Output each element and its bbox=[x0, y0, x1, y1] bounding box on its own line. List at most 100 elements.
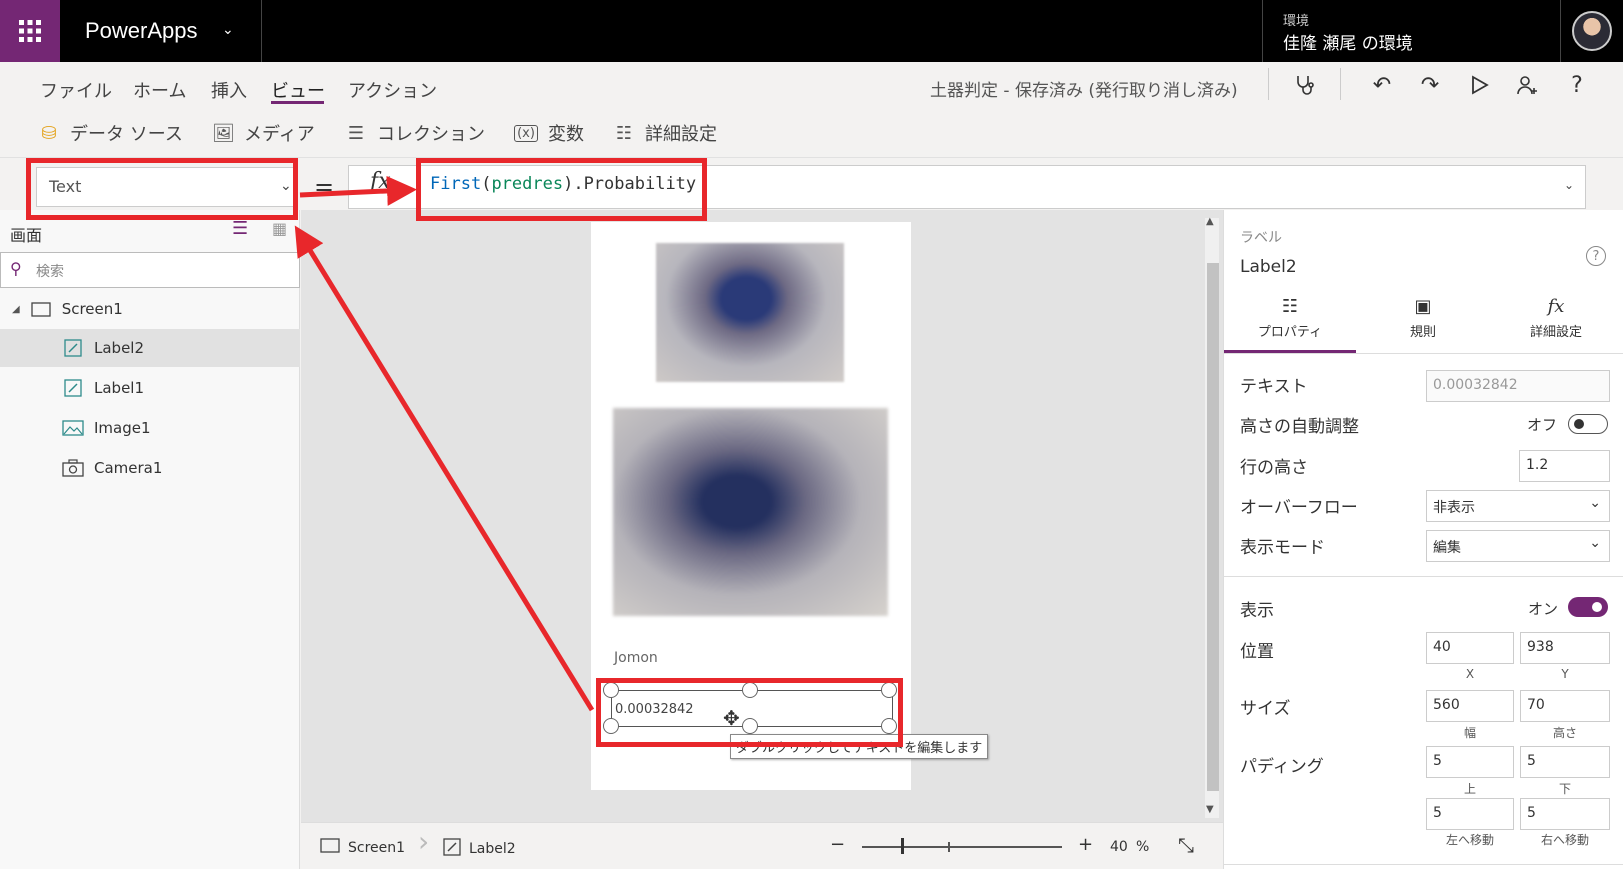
scrollbar-thumb[interactable] bbox=[1207, 263, 1219, 791]
sliders-icon: ☷ bbox=[615, 122, 633, 144]
height-label: 高さ bbox=[1552, 726, 1577, 740]
visible-label: 表示 bbox=[1240, 601, 1274, 621]
data-source-button[interactable]: ⛁ データ ソース bbox=[38, 120, 183, 146]
app-checker-icon[interactable] bbox=[1290, 70, 1320, 100]
zoom-slider-thumb[interactable] bbox=[901, 838, 904, 854]
width-input[interactable]: 560 bbox=[1426, 690, 1514, 722]
zoom-in-button[interactable]: + bbox=[1078, 834, 1093, 855]
chevron-down-icon[interactable]: ⌄ bbox=[398, 178, 408, 192]
tree-node-image1[interactable]: Image1 bbox=[0, 409, 300, 447]
undo-icon[interactable]: ↶ bbox=[1367, 70, 1397, 100]
tree-node-label1[interactable]: Label1 bbox=[0, 369, 300, 407]
data-source-label: データ ソース bbox=[70, 124, 183, 145]
tab-advanced[interactable]: fx 詳細設定 bbox=[1491, 296, 1621, 340]
lineheight-input[interactable]: 1.2 bbox=[1519, 450, 1610, 482]
tree-node-camera1[interactable]: Camera1 bbox=[0, 449, 300, 487]
annotation-box-formula bbox=[416, 158, 707, 221]
zoom-slider-tick bbox=[948, 842, 950, 852]
tab-rules-label: 規則 bbox=[1409, 325, 1436, 340]
height-input[interactable]: 70 bbox=[1520, 690, 1610, 722]
tree-node-label: Image1 bbox=[94, 419, 151, 437]
padding-bottom-input[interactable]: 5 bbox=[1520, 746, 1610, 778]
app-name[interactable]: PowerApps bbox=[85, 18, 198, 44]
display-mode-dropdown[interactable]: 編集 ⌄ bbox=[1426, 530, 1610, 562]
camera1-preview[interactable] bbox=[656, 243, 844, 382]
fx-icon[interactable]: fx bbox=[370, 169, 391, 194]
breadcrumb-control[interactable]: Label2 bbox=[443, 838, 516, 860]
list-view-icon[interactable]: ☰ bbox=[232, 218, 248, 239]
padding-label: パディング bbox=[1240, 757, 1324, 777]
lineheight-label: 行の高さ bbox=[1240, 458, 1308, 478]
media-button[interactable]: 🖼 メディア bbox=[212, 120, 315, 146]
tab-properties[interactable]: ☷ プロパティ bbox=[1225, 296, 1355, 340]
list-icon: ☰ bbox=[347, 122, 365, 144]
variables-button[interactable]: (x) 変数 bbox=[514, 120, 584, 146]
help-icon[interactable]: ? bbox=[1562, 70, 1592, 100]
grid-view-icon[interactable]: ▦ bbox=[272, 219, 287, 238]
padding-left-label: 左へ移動 bbox=[1445, 833, 1494, 847]
visible-toggle[interactable] bbox=[1568, 597, 1608, 617]
image1-preview[interactable] bbox=[613, 408, 888, 616]
autoheight-toggle[interactable] bbox=[1568, 414, 1608, 434]
advanced-settings-button[interactable]: ☷ 詳細設定 bbox=[613, 120, 717, 146]
width-label: 幅 bbox=[1463, 726, 1476, 740]
zoom-value: 40 bbox=[1110, 839, 1128, 855]
annotation-box-property bbox=[26, 158, 298, 220]
zoom-slider[interactable] bbox=[862, 846, 1062, 848]
camera-icon bbox=[62, 459, 84, 477]
collapse-triangle-icon[interactable]: ◢ bbox=[12, 304, 20, 315]
size-label: サイズ bbox=[1240, 699, 1291, 719]
share-user-icon[interactable] bbox=[1512, 70, 1542, 100]
help-icon[interactable]: ? bbox=[1586, 246, 1606, 266]
display-mode-label: 表示モード bbox=[1240, 538, 1325, 558]
position-y-input[interactable]: 938 bbox=[1520, 632, 1610, 664]
divider bbox=[1224, 353, 1623, 354]
position-x-input[interactable]: 40 bbox=[1426, 632, 1514, 664]
tab-rules[interactable]: ▣ 規則 bbox=[1358, 296, 1488, 340]
app-launcher-icon[interactable] bbox=[0, 0, 60, 62]
padding-right-input[interactable]: 5 bbox=[1520, 798, 1610, 830]
menu-file[interactable]: ファイル bbox=[40, 77, 112, 103]
scroll-up-icon[interactable]: ▲ bbox=[1206, 216, 1214, 227]
padding-top-input[interactable]: 5 bbox=[1426, 746, 1514, 778]
environment-name[interactable]: 佳隆 瀬尾 の環境 bbox=[1283, 29, 1413, 54]
database-icon: ⛁ bbox=[41, 122, 57, 144]
menu-view[interactable]: ビュー bbox=[271, 77, 325, 103]
control-name[interactable]: Label2 bbox=[1240, 257, 1297, 277]
collection-button[interactable]: ☰ コレクション bbox=[345, 120, 485, 146]
menu-home[interactable]: ホーム bbox=[133, 77, 186, 103]
fit-to-window-icon[interactable]: ⤡ bbox=[1178, 833, 1194, 857]
overflow-dropdown[interactable]: 非表示 ⌄ bbox=[1426, 490, 1610, 522]
padding-left-input[interactable]: 5 bbox=[1426, 798, 1514, 830]
chevron-down-icon[interactable]: ⌄ bbox=[222, 22, 234, 38]
expand-formula-icon[interactable]: ⌄ bbox=[1564, 178, 1574, 192]
label1-text[interactable]: Jomon bbox=[614, 650, 658, 666]
variables-label: 変数 bbox=[548, 124, 584, 145]
scroll-down-icon[interactable]: ▼ bbox=[1206, 804, 1214, 815]
breadcrumb-screen[interactable]: Screen1 bbox=[320, 838, 405, 857]
control-type: ラベル bbox=[1240, 230, 1282, 246]
redo-icon[interactable]: ↷ bbox=[1415, 70, 1445, 100]
divider bbox=[1340, 68, 1341, 100]
avatar[interactable] bbox=[1572, 11, 1612, 51]
advanced-settings-label: 詳細設定 bbox=[645, 124, 717, 145]
toggle-knob bbox=[1592, 602, 1602, 612]
tab-advanced-label: 詳細設定 bbox=[1529, 325, 1582, 340]
text-property-input[interactable]: 0.00032842 bbox=[1426, 370, 1610, 402]
menu-action[interactable]: アクション bbox=[348, 77, 437, 103]
visible-state: オン bbox=[1528, 600, 1559, 618]
sliders-icon: ☷ bbox=[1281, 296, 1299, 317]
padding-top-label: 上 bbox=[1463, 782, 1476, 796]
variable-icon: (x) bbox=[514, 124, 538, 142]
divider bbox=[1560, 0, 1561, 62]
zoom-out-button[interactable]: − bbox=[830, 834, 845, 855]
chevron-down-icon: ⌄ bbox=[1589, 495, 1601, 511]
zoom-unit: % bbox=[1136, 839, 1150, 855]
tree-node-screen1[interactable]: ◢ Screen1 bbox=[0, 290, 300, 328]
position-label: 位置 bbox=[1240, 642, 1274, 662]
search-placeholder: 検索 bbox=[36, 264, 64, 280]
play-icon[interactable] bbox=[1465, 70, 1495, 100]
tree-node-label2[interactable]: Label2 bbox=[0, 329, 300, 367]
menu-insert[interactable]: 挿入 bbox=[211, 77, 247, 103]
toggle-knob bbox=[1574, 418, 1584, 429]
